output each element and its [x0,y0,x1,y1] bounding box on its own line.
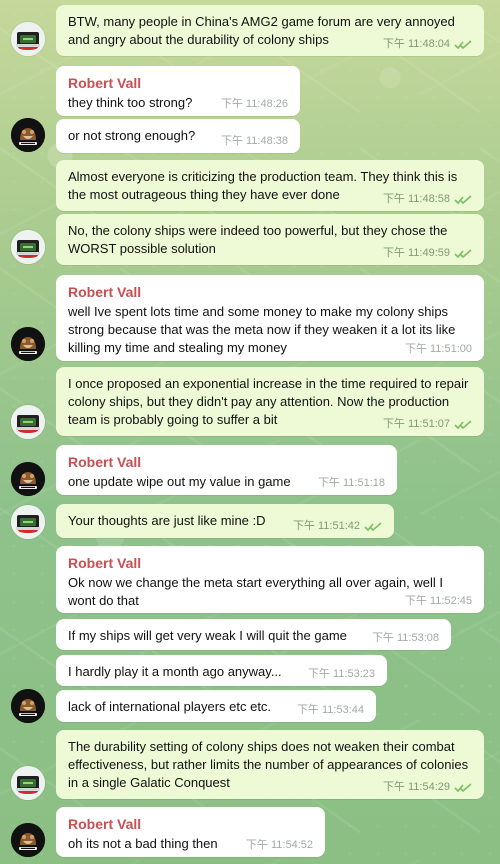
message-meta: 下午 11:54:52 [246,840,313,851]
message-bubble-10[interactable]: Robert Vall Ok now we change the meta st… [56,546,484,613]
timestamp: 下午 11:53:08 [371,632,439,644]
avatar[interactable] [11,766,45,800]
timestamp: 下午 11:49:59 [382,247,450,259]
avatar[interactable] [11,230,45,264]
avatar[interactable] [11,327,45,361]
message-meta: 下午 11:48:38 [221,136,288,147]
message-meta: 下午 11:51:07 [383,419,472,430]
double-check-icon [454,194,472,205]
message-bubble-3[interactable]: or not strong enough? 下午 11:48:38 [56,119,300,153]
message-meta: 下午 11:54:29 [383,782,472,793]
message-bubble-6[interactable]: Robert Vall well Ive spent lots time and… [56,275,484,361]
double-check-icon [454,419,472,430]
message-bubble-1[interactable]: BTW, many people in China's AMG2 game fo… [56,5,484,56]
sender-name: Robert Vall [68,816,142,832]
timestamp: 下午 11:51:07 [382,418,450,430]
message-bubble-15[interactable]: Robert Vall oh its not a bad thing then … [56,807,325,857]
message-meta: 下午 11:52:45 [405,596,472,607]
avatar-icon [11,22,45,56]
avatar-icon [11,405,45,439]
timestamp: 下午 11:54:29 [382,781,450,793]
double-check-icon [454,39,472,50]
avatar[interactable] [11,405,45,439]
message-bubble-14[interactable]: The durability setting of colony ships d… [56,730,484,799]
avatar[interactable] [11,689,45,723]
avatar-icon [11,118,45,152]
message-bubble-8[interactable]: Robert Vall one update wipe out my value… [56,445,397,495]
message-meta: 下午 11:51:00 [405,344,472,355]
avatar-icon [11,462,45,496]
message-bubble-5[interactable]: No, the colony ships were indeed too pow… [56,214,484,265]
timestamp: 下午 11:54:52 [245,839,313,851]
message-meta: 下午 11:49:59 [383,248,472,259]
message-bubble-2[interactable]: Robert Vall they think too strong? 下午 11… [56,66,300,116]
message-meta: 下午 11:48:26 [221,99,288,110]
sender-name: Robert Vall [68,454,142,470]
avatar[interactable] [11,505,45,539]
message-bubble-9[interactable]: Your thoughts are just like mine :D 下午 1… [56,504,394,538]
message-meta: 下午 11:51:18 [318,478,385,489]
sender-name: Robert Vall [68,555,142,571]
timestamp: 下午 11:48:26 [220,98,288,110]
avatar-icon [11,327,45,361]
avatar-icon [11,505,45,539]
avatar[interactable] [11,118,45,152]
message-bubble-11[interactable]: If my ships will get very weak I will qu… [56,619,451,650]
timestamp: 下午 11:51:42 [292,520,360,532]
sender-name: Robert Vall [68,284,142,300]
avatar[interactable] [11,22,45,56]
avatar-icon [11,823,45,857]
timestamp: 下午 11:48:38 [220,135,288,147]
timestamp: 下午 11:51:18 [317,477,385,489]
double-check-icon [364,521,382,532]
message-meta: 下午 11:53:08 [372,633,439,644]
timestamp: 下午 11:48:58 [382,193,450,205]
timestamp: 下午 11:53:44 [296,704,364,716]
avatar-icon [11,230,45,264]
timestamp: 下午 11:52:45 [404,595,472,607]
message-bubble-13[interactable]: lack of international players etc etc. 下… [56,690,376,722]
message-bubble-4[interactable]: Almost everyone is criticizing the produ… [56,160,484,211]
avatar-icon [11,766,45,800]
timestamp: 下午 11:53:23 [307,668,375,680]
double-check-icon [454,248,472,259]
timestamp: 下午 11:48:04 [382,38,450,50]
timestamp: 下午 11:51:00 [404,343,472,355]
message-bubble-12[interactable]: I hardly play it a month ago anyway... 下… [56,655,387,686]
message-meta: 下午 11:53:23 [308,669,375,680]
message-meta: 下午 11:51:42 [293,521,382,532]
message-meta: 下午 11:48:58 [383,194,472,205]
sender-name: Robert Vall [68,75,142,91]
avatar-icon [11,689,45,723]
message-meta: 下午 11:53:44 [297,705,364,716]
avatar[interactable] [11,823,45,857]
double-check-icon [454,782,472,793]
message-bubble-7[interactable]: I once proposed an exponential increase … [56,367,484,436]
message-meta: 下午 11:48:04 [383,39,472,50]
avatar[interactable] [11,462,45,496]
